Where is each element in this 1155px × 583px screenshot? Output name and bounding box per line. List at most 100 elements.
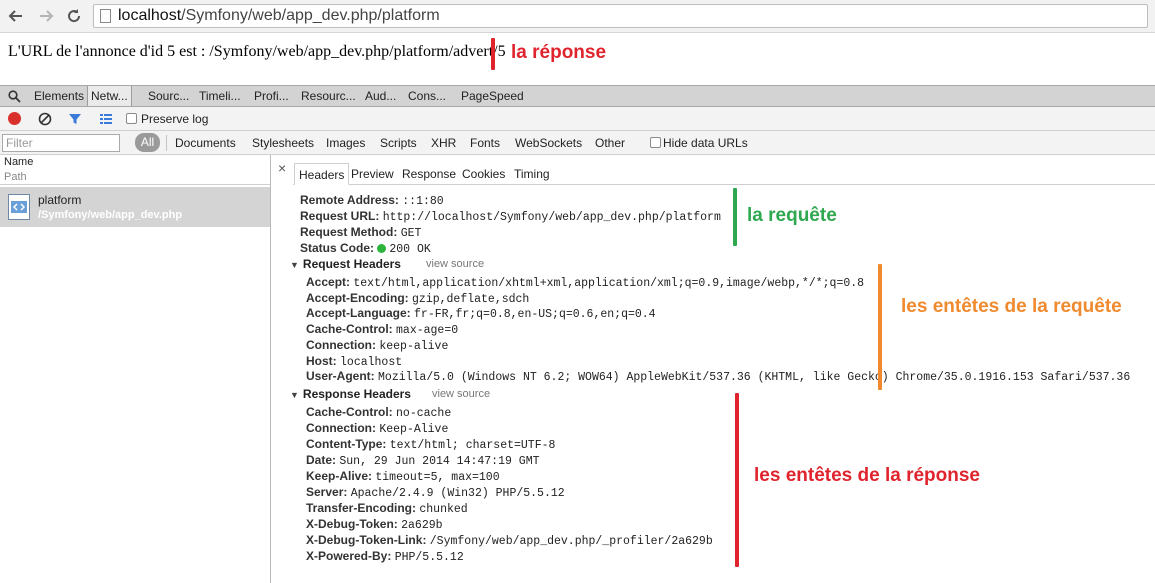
reload-icon [68,9,81,23]
header-value: ::1:80 [402,195,444,208]
header-key: Accept-Language: [306,306,411,321]
header-key: X-Powered-By: [306,549,392,563]
filter-documents[interactable]: Documents [175,136,236,150]
tab-preview[interactable]: Preview [347,163,398,185]
status-ok-icon [377,244,387,253]
request-row[interactable]: platform /Symfony/web/app_dev.php [0,187,270,227]
response-headers-section[interactable]: ▼ Response Headers [290,387,411,401]
filter-input[interactable]: Filter [2,134,120,152]
tab-network[interactable]: Netw... [87,86,132,106]
general-row: Request URL: http://localhost/Symfony/we… [300,209,721,224]
tab-headers[interactable]: Headers [294,163,350,185]
header-key: Connection: [306,337,376,352]
header-value: no-cache [396,407,452,420]
header-value: Apache/2.4.9 (Win32) PHP/5.5.12 [350,487,565,500]
filter-icon[interactable] [68,112,82,126]
hide-data-urls-label: Hide data URLs [663,136,748,150]
general-row: Request Method: GET [300,225,421,240]
filter-images[interactable]: Images [326,136,365,150]
header-key: Remote Address: [300,193,399,207]
filter-websockets[interactable]: WebSockets [515,136,582,150]
browser-toolbar: localhost/Symfony/web/app_dev.php/platfo… [0,0,1155,33]
request-headers-section[interactable]: ▼ Request Headers [290,257,401,271]
filter-xhr[interactable]: XHR [431,136,456,150]
search-icon[interactable] [8,90,21,103]
close-icon[interactable]: × [278,160,286,176]
header-key: User-Agent: [306,369,375,384]
tab-elements[interactable]: Elements [34,89,84,103]
url-host: localhost [118,7,182,24]
request-list-panel: Name Path platform /Symfony/web/app_dev.… [0,155,271,583]
header-row: X-Powered-By: PHP/5.5.12 [306,549,464,564]
header-key: Transfer-Encoding: [306,501,417,515]
record-icon[interactable] [8,112,21,125]
tab-profiles[interactable]: Profi... [254,89,289,103]
header-row: Server: Apache/2.4.9 (Win32) PHP/5.5.12 [306,485,565,500]
html-file-icon [8,194,30,220]
forward-arrow-icon [40,10,54,22]
general-row: Status Code: 200 OK [300,241,431,256]
header-value: text/html; charset=UTF-8 [389,439,556,452]
header-key: X-Debug-Token-Link: [306,533,427,547]
back-arrow-icon [8,10,22,22]
general-row: Remote Address: ::1:80 [300,193,444,208]
filter-scripts[interactable]: Scripts [380,136,417,150]
annotation-request: la requête [747,205,837,226]
view-source-link[interactable]: view source [432,388,490,400]
header-row: Connection: keep-alive [306,338,448,353]
hide-data-urls-checkbox[interactable] [650,137,661,148]
annotation-bar-request-headers [878,264,882,390]
filter-divider [166,135,167,151]
header-key: Request URL: [300,209,380,223]
address-bar[interactable]: localhost/Symfony/web/app_dev.php/platfo… [93,4,1148,28]
request-path: /Symfony/web/app_dev.php [38,209,183,221]
tab-resources[interactable]: Resourc... [301,89,356,103]
tab-timeline[interactable]: Timeli... [199,89,241,103]
header-key: Content-Type: [306,437,387,451]
tab-sources[interactable]: Sourc... [148,89,189,103]
header-key: Status Code: [300,241,375,255]
expand-triangle-icon: ▼ [290,260,299,270]
tab-response[interactable]: Response [398,163,460,185]
header-row: User-Agent: Mozilla/5.0 (Windows NT 6.2;… [306,369,1130,384]
column-name[interactable]: Name [4,156,33,168]
annotation-response-headers: les entêtes de la réponse [754,465,980,486]
header-value: http://localhost/Symfony/web/app_dev.php… [382,211,721,224]
header-row: X-Debug-Token: 2a629b [306,517,443,532]
header-value: text/html,application/xhtml+xml,applicat… [353,277,865,290]
header-row: Transfer-Encoding: chunked [306,501,468,516]
preserve-log-checkbox[interactable] [126,113,137,124]
back-button[interactable] [6,6,26,26]
url-path: /Symfony/web/app_dev.php/platform [181,7,440,24]
view-source-link[interactable]: view source [426,258,484,270]
tab-cookies[interactable]: Cookies [458,163,509,185]
forward-button[interactable] [36,6,56,26]
header-value: GET [400,227,422,240]
reload-button[interactable] [64,6,84,26]
tab-pagespeed[interactable]: PageSpeed [461,89,524,103]
list-view-icon[interactable] [99,112,113,126]
url-text: localhost/Symfony/web/app_dev.php/platfo… [118,7,440,25]
header-value: Keep-Alive [379,423,449,436]
filter-stylesheets[interactable]: Stylesheets [252,136,314,150]
header-key: Request Method: [300,225,398,239]
filter-other[interactable]: Other [595,136,625,150]
header-key: Cache-Control: [306,405,393,419]
request-list-header: Name Path [0,155,270,185]
filter-fonts[interactable]: Fonts [470,136,500,150]
header-row: Connection: Keep-Alive [306,421,448,436]
devtools-tab-bar: Elements Netw... Sourc... Timeli... Prof… [0,85,1155,107]
header-row: Accept: text/html,application/xhtml+xml,… [306,275,864,290]
header-row: Accept-Language: fr-FR,fr;q=0.8,en-US;q=… [306,306,656,321]
header-value: 2a629b [401,519,443,532]
filter-all-button[interactable]: All [135,133,160,152]
tab-audits[interactable]: Aud... [365,89,396,103]
tab-timing[interactable]: Timing [510,163,554,185]
header-row: Host: localhost [306,354,402,369]
header-row: Cache-Control: no-cache [306,405,451,420]
clear-icon[interactable] [38,112,52,126]
header-value: Sun, 29 Jun 2014 14:47:19 GMT [339,455,540,468]
header-key: Keep-Alive: [306,469,373,483]
tab-console[interactable]: Cons... [408,89,446,103]
header-value: gzip,deflate,sdch [412,292,530,306]
